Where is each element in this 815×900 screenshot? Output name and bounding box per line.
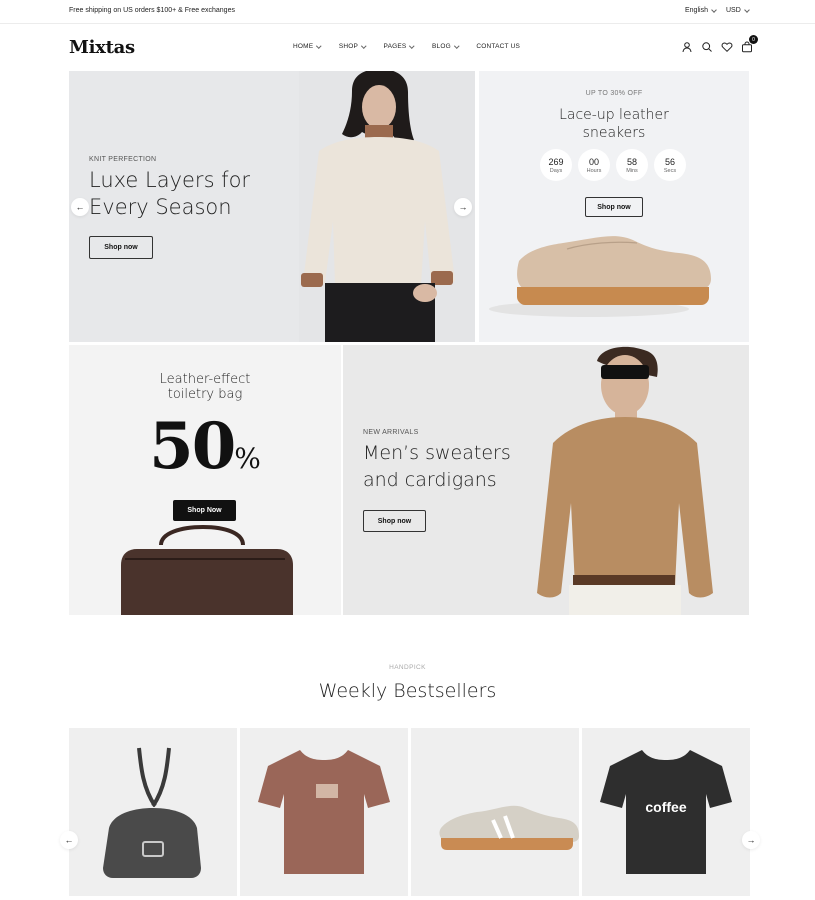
- language-selector[interactable]: English: [685, 6, 717, 14]
- shipping-promo-text: Free shipping on US orders $100+ & Free …: [69, 7, 235, 14]
- countdown-mins: 58 Mins: [616, 149, 648, 181]
- product-card[interactable]: [69, 728, 237, 896]
- bestsellers-title: Weekly Bestsellers: [318, 680, 497, 702]
- countdown-days: 269 Days: [540, 149, 572, 181]
- nav-blog-label: BLOG: [431, 43, 451, 50]
- hero-eyebrow: KNIT PERFECTION: [89, 156, 157, 163]
- chevron-down-icon: [409, 43, 415, 48]
- countdown-secs-label: Secs: [663, 167, 677, 174]
- search-icon[interactable]: [701, 40, 713, 52]
- currency-selector[interactable]: USD: [726, 6, 750, 14]
- men-title: Men’s sweaters and cardigans: [363, 440, 511, 494]
- bestsellers-eyebrow: HANDPICK: [389, 664, 426, 671]
- hero-prev-arrow-icon[interactable]: ←: [71, 198, 89, 216]
- sneaker-title: Lace-up leather sneakers: [479, 106, 749, 142]
- announcement-bar: Free shipping on US orders $100+ & Free …: [0, 0, 815, 24]
- chevron-down-icon: [454, 43, 460, 48]
- nav-contact[interactable]: CONTACT US: [476, 43, 520, 50]
- bag-discount-number: 50: [149, 409, 236, 484]
- shoulder-bag-image: [103, 747, 201, 878]
- nav-home[interactable]: HOME: [293, 43, 322, 50]
- men-eyebrow: NEW ARRIVALS: [363, 429, 419, 436]
- mens-promo-banner: NEW ARRIVALS Men’s sweaters and cardigan…: [343, 345, 749, 615]
- brown-tshirt-image: [258, 750, 390, 874]
- bag-title: Leather-effect toiletry bag: [69, 372, 341, 402]
- black-coffee-tshirt-image: coffee: [600, 750, 732, 874]
- hero-shop-now-button[interactable]: Shop now: [89, 236, 153, 259]
- heart-icon[interactable]: [721, 40, 733, 52]
- men-title-line-2: and cardigans: [363, 469, 497, 491]
- cart-count-badge: 0: [749, 35, 758, 44]
- bag-discount-symbol: %: [234, 442, 261, 475]
- nav-shop-label: SHOP: [338, 43, 359, 50]
- hero-next-arrow-icon[interactable]: →: [454, 198, 472, 216]
- user-icon[interactable]: [681, 40, 693, 53]
- bestsellers-next-arrow-icon[interactable]: →: [742, 831, 760, 849]
- cart-icon[interactable]: 0: [741, 35, 758, 53]
- hero-title-line-2: Every Season: [89, 195, 232, 219]
- bag-promo-banner: Leather-effect toiletry bag 50% Shop Now: [69, 345, 341, 615]
- nav-blog[interactable]: BLOG: [431, 43, 460, 50]
- hero-title-line-1: Luxe Layers for: [89, 168, 251, 192]
- sneaker-promo-banner: UP TO 30% OFF Lace-up leather sneakers 2…: [479, 71, 749, 342]
- sneaker-image: [439, 805, 579, 850]
- chevron-down-icon: [361, 43, 367, 48]
- nav-pages[interactable]: PAGES: [383, 43, 415, 50]
- bag-title-line-1: Leather-effect: [159, 372, 251, 387]
- countdown-hours: 00 Hours: [578, 149, 610, 181]
- product-card[interactable]: [411, 728, 579, 896]
- sneaker-title-line-1: Lace-up leather: [559, 107, 669, 123]
- main-nav: HOME SHOP PAGES BLOG CONTACT US: [293, 43, 538, 50]
- countdown-hours-label: Hours: [586, 167, 602, 174]
- header-actions: 0: [681, 35, 758, 53]
- countdown-secs: 56 Secs: [654, 149, 686, 181]
- chevron-down-icon: [743, 6, 750, 13]
- nav-shop[interactable]: SHOP: [338, 43, 367, 50]
- bag-title-line-2: toiletry bag: [167, 387, 243, 402]
- product-card[interactable]: [240, 728, 408, 896]
- chevron-down-icon: [316, 43, 322, 48]
- countdown-hours-value: 00: [588, 156, 599, 167]
- sneaker-title-line-2: sneakers: [582, 125, 646, 141]
- hero-slide: KNIT PERFECTION Luxe Layers for Every Se…: [69, 71, 475, 342]
- nav-pages-label: PAGES: [383, 43, 407, 50]
- site-logo[interactable]: Mixtas: [69, 37, 135, 58]
- countdown-days-value: 269: [548, 156, 564, 167]
- currency-label: USD: [726, 7, 741, 14]
- countdown-secs-value: 56: [664, 156, 675, 167]
- nav-contact-label: CONTACT US: [476, 43, 520, 50]
- countdown-mins-label: Mins: [626, 167, 638, 174]
- hero-title: Luxe Layers for Every Season: [89, 167, 250, 221]
- bag-shop-now-button[interactable]: Shop Now: [173, 500, 236, 521]
- site-header: Mixtas HOME SHOP PAGES BLOG CONTACT US 0: [0, 24, 815, 71]
- men-title-line-1: Men’s sweaters: [363, 442, 511, 464]
- sneaker-shop-now-button[interactable]: Shop now: [585, 197, 643, 217]
- product-card[interactable]: coffee: [582, 728, 750, 896]
- bag-discount: 50%: [69, 409, 341, 484]
- bestsellers-prev-arrow-icon[interactable]: ←: [60, 831, 78, 849]
- countdown-mins-value: 58: [626, 156, 637, 167]
- chevron-down-icon: [711, 6, 717, 13]
- sneaker-eyebrow: UP TO 30% OFF: [585, 90, 643, 97]
- coffee-print-text: coffee: [645, 799, 686, 815]
- language-label: English: [685, 7, 708, 14]
- countdown-days-label: Days: [549, 167, 563, 174]
- nav-home-label: HOME: [293, 43, 314, 50]
- men-shop-now-button[interactable]: Shop now: [363, 510, 426, 532]
